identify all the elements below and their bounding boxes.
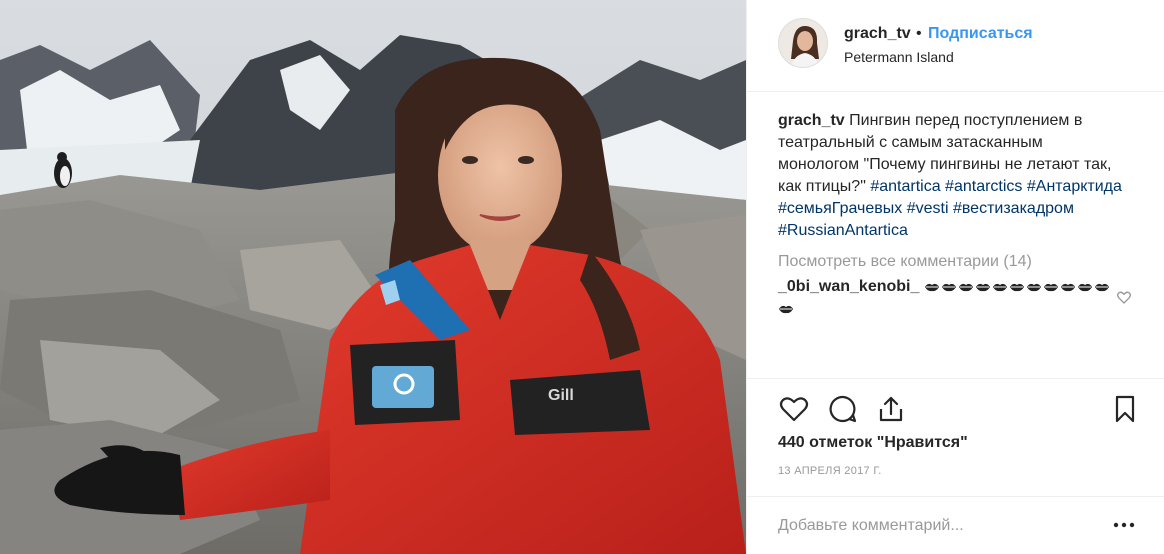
share-icon[interactable] bbox=[875, 393, 907, 425]
comment-icon[interactable] bbox=[827, 393, 859, 425]
post-sidebar: grach_tv • Подписаться Petermann Island … bbox=[746, 0, 1164, 554]
hashtag-link[interactable]: #RussianAntartica bbox=[778, 222, 908, 239]
kiss-emoji bbox=[779, 305, 793, 313]
comment-item: _0bi_wan_kenobi_ 💋💋💋💋💋💋💋💋💋💋💋💋 bbox=[778, 276, 1113, 320]
hashtag-link[interactable]: #семьяГрачевых bbox=[778, 200, 902, 217]
hashtag-link[interactable]: #Антарктида bbox=[1027, 178, 1122, 195]
view-all-comments-link[interactable]: Посмотреть все комментарии (14) bbox=[778, 253, 1032, 271]
hashtag-link[interactable]: #antartica bbox=[870, 178, 940, 195]
kiss-emoji bbox=[941, 283, 956, 291]
avatar[interactable] bbox=[778, 18, 828, 68]
kiss-emoji bbox=[958, 283, 973, 291]
kiss-emoji bbox=[1009, 283, 1024, 291]
likes-count[interactable]: 440 отметок "Нравится" bbox=[778, 434, 968, 452]
caption-username[interactable]: grach_tv bbox=[778, 112, 845, 129]
hashtag-link[interactable]: #вестизакадром bbox=[953, 200, 1074, 217]
post-date: 13 АПРЕЛЯ 2017 Г. bbox=[778, 465, 882, 477]
heart-icon[interactable] bbox=[778, 393, 810, 425]
kiss-emoji bbox=[992, 283, 1007, 291]
follow-button[interactable]: Подписаться bbox=[928, 25, 1033, 43]
post-image: Gill bbox=[0, 0, 746, 554]
add-comment-input[interactable] bbox=[778, 514, 1088, 538]
kiss-emoji bbox=[924, 283, 939, 291]
jacket-brand-text: Gill bbox=[548, 387, 574, 404]
kiss-emoji bbox=[1077, 283, 1092, 291]
kiss-emoji bbox=[1026, 283, 1041, 291]
kiss-emoji bbox=[1060, 283, 1075, 291]
hashtag-link[interactable]: #antarctics bbox=[945, 178, 1022, 195]
comment-like-heart-icon[interactable] bbox=[1116, 289, 1132, 305]
header-separator: • bbox=[916, 25, 922, 42]
add-comment-bar bbox=[747, 496, 1164, 554]
header-username[interactable]: grach_tv bbox=[844, 25, 911, 43]
more-options-icon[interactable] bbox=[1113, 517, 1135, 533]
post-photo[interactable]: Gill bbox=[0, 0, 746, 554]
post-header: grach_tv • Подписаться Petermann Island bbox=[747, 0, 1164, 92]
kiss-emoji bbox=[975, 283, 990, 291]
bookmark-icon[interactable] bbox=[1109, 393, 1141, 425]
comment-username[interactable]: _0bi_wan_kenobi_ bbox=[778, 278, 919, 295]
location-link[interactable]: Petermann Island bbox=[844, 49, 954, 65]
post-caption: grach_tv Пингвин перед поступлением в те… bbox=[778, 110, 1123, 242]
kiss-emoji bbox=[1043, 283, 1058, 291]
hashtag-link[interactable]: #vesti bbox=[907, 200, 949, 217]
kiss-emoji bbox=[1094, 283, 1109, 291]
